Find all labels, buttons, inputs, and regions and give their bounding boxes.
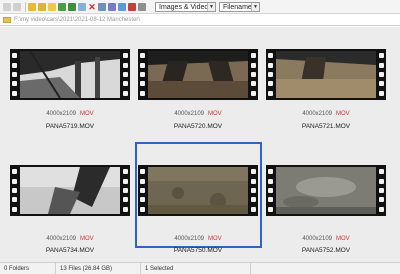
video-dimensions: 4000x2109	[174, 236, 205, 242]
address-path[interactable]: F:\my video\cars\2021\2021-08-12 Manches…	[14, 17, 140, 23]
folder-open-icon[interactable]	[38, 2, 46, 11]
move-icon[interactable]	[68, 2, 76, 11]
video-dimensions: 4000x2109	[46, 111, 77, 117]
film-perforation	[138, 165, 147, 216]
file-format-badge: MOV	[336, 111, 350, 117]
thumbnail-grid: 4000x2109 MOV PANA5719.MOV 4000x2109 MOV P…	[0, 27, 400, 262]
rename-icon[interactable]	[78, 2, 86, 11]
video-thumbnail[interactable]	[138, 49, 258, 100]
video-frame-image	[20, 167, 120, 214]
file-name: PANA5750.MOV	[173, 247, 223, 254]
thumbnail-item-selected[interactable]: 4000x2109 MOV PANA5750.MOV	[135, 142, 262, 255]
grid-view-icon[interactable]	[118, 2, 126, 11]
file-format-badge: MOV	[208, 111, 222, 117]
video-thumbnail[interactable]	[10, 165, 130, 216]
film-perforation	[266, 165, 275, 216]
thumbnail-item[interactable]: 4000x2109 MOV PANA5734.MOV	[10, 165, 130, 274]
film-perforation	[138, 49, 147, 100]
video-dimensions: 4000x2109	[302, 111, 333, 117]
film-perforation	[377, 165, 386, 216]
film-perforation	[266, 49, 275, 100]
delete-icon[interactable]: ✕	[88, 2, 96, 11]
status-folder-count: 0 Folders	[0, 262, 56, 274]
status-selected-count: 1 Selected	[141, 262, 251, 274]
film-perforation	[249, 165, 258, 216]
file-format-badge: MOV	[80, 111, 94, 117]
copy-icon[interactable]	[58, 2, 66, 11]
video-dimensions: 4000x2109	[174, 111, 205, 117]
sort-by-select[interactable]: Filename ▼	[219, 2, 260, 12]
thumbnails-view-icon[interactable]	[98, 2, 106, 11]
folder-up-icon[interactable]	[28, 2, 36, 11]
video-dimensions: 4000x2109	[46, 236, 77, 242]
forward-icon[interactable]	[13, 2, 21, 11]
file-type-filter-value: Images & Videos	[159, 3, 212, 11]
video-frame-image	[20, 51, 120, 98]
film-perforation	[121, 49, 130, 100]
address-bar[interactable]: F:\my video\cars\2021\2021-08-12 Manches…	[0, 14, 400, 26]
file-format-badge: MOV	[208, 236, 222, 242]
file-format-badge: MOV	[80, 236, 94, 242]
film-perforation	[249, 49, 258, 100]
status-bar: 0 Folders 13 Files (26.84 GB) 1 Selected	[0, 262, 400, 274]
status-empty-cell	[251, 263, 400, 274]
thumbnail-item[interactable]: 4000x2109 MOV PANA5752.MOV	[266, 165, 386, 274]
sort-by-value: Filename	[223, 3, 252, 11]
video-thumbnail[interactable]	[138, 165, 258, 216]
file-format-badge: MOV	[336, 236, 350, 242]
film-perforation	[10, 165, 19, 216]
thumbnail-item[interactable]: 4000x2109 MOV PANA5719.MOV	[10, 49, 130, 159]
video-thumbnail[interactable]	[266, 49, 386, 100]
chevron-down-icon[interactable]: ▼	[251, 3, 259, 11]
file-name: PANA5721.MOV	[301, 123, 351, 130]
video-dimensions: 4000x2109	[302, 236, 333, 242]
video-frame-image	[276, 51, 376, 98]
filmstrip-icon[interactable]	[138, 2, 146, 11]
file-name: PANA5734.MOV	[45, 247, 95, 254]
video-frame-image	[276, 167, 376, 214]
slideshow-icon[interactable]	[128, 2, 136, 11]
video-frame-image	[148, 51, 248, 98]
video-thumbnail[interactable]	[266, 165, 386, 216]
details-view-icon[interactable]	[108, 2, 116, 11]
file-type-filter-select[interactable]: Images & Videos ▼	[155, 2, 216, 12]
thumbnail-item[interactable]: 4000x2109 MOV PANA5721.MOV	[266, 49, 386, 159]
video-thumbnail[interactable]	[10, 49, 130, 100]
status-file-count: 13 Files (26.84 GB)	[56, 262, 141, 274]
film-perforation	[121, 165, 130, 216]
film-perforation	[377, 49, 386, 100]
folder-icon	[3, 16, 11, 23]
file-name: PANA5720.MOV	[173, 123, 223, 130]
file-name: PANA5719.MOV	[45, 123, 95, 130]
back-icon[interactable]	[3, 2, 11, 11]
folder-new-icon[interactable]	[48, 2, 56, 11]
file-name: PANA5752.MOV	[301, 247, 351, 254]
film-perforation	[10, 49, 19, 100]
chevron-down-icon[interactable]: ▼	[207, 3, 215, 11]
video-frame-image	[148, 167, 248, 214]
toolbar: ✕ Images & Videos ▼ Filename ▼	[0, 0, 400, 14]
